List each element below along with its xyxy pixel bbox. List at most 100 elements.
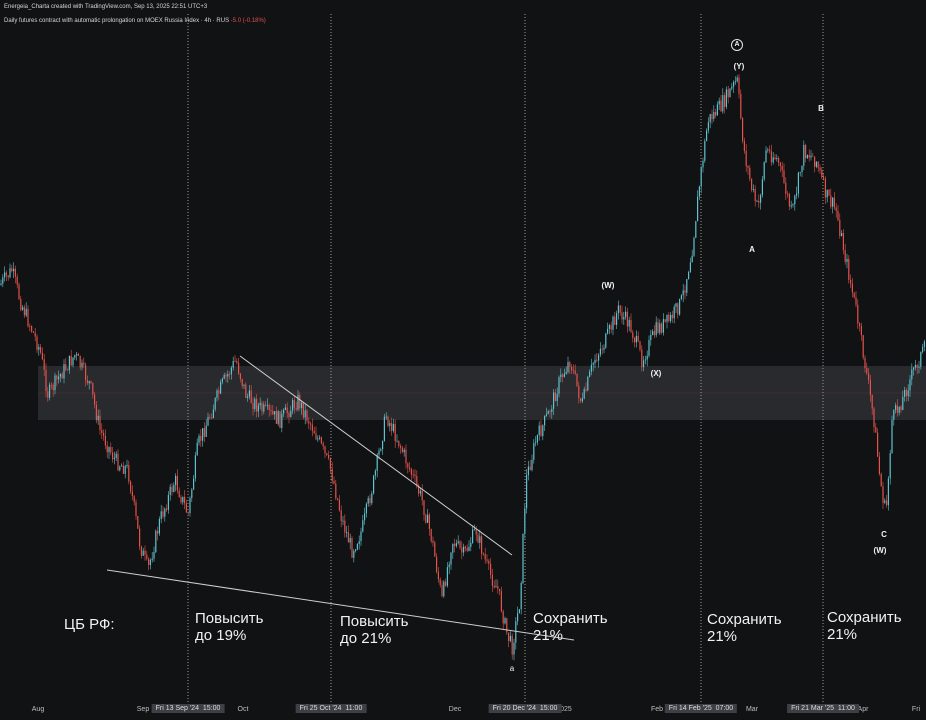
candle-body-336: [605, 333, 607, 348]
candle-body-156: [281, 413, 283, 428]
candle-body-116: [209, 416, 211, 418]
candle-body-364: [655, 322, 657, 336]
candle-body-92: [166, 508, 168, 510]
candle-body-397: [715, 111, 717, 116]
price-plot[interactable]: [0, 0, 926, 720]
candle-body-236: [425, 514, 427, 523]
candle-body-78: [140, 546, 142, 556]
candle-body-134: [241, 379, 243, 386]
candle-body-426: [767, 149, 769, 151]
candle-body-355: [639, 341, 641, 350]
candle-body-55: [99, 415, 101, 430]
note-line: Сохранить: [827, 609, 902, 626]
candle-body-503: [905, 389, 907, 397]
event-date: Fri 20 Dec '24: [492, 705, 536, 712]
chart-canvas[interactable]: Energeia_Charta created with TradingView…: [0, 0, 926, 720]
candle-body-498: [896, 405, 898, 413]
candle-body-136: [245, 384, 247, 398]
candle-body-4: [7, 275, 9, 278]
candle-body-183: [329, 457, 331, 469]
candle-body-427: [769, 149, 771, 152]
candle-body-365: [657, 322, 659, 333]
candle-body-378: [680, 295, 682, 299]
candle-body-290: [522, 533, 524, 583]
candle-body-149: [268, 405, 270, 410]
candle-body-284: [511, 635, 513, 655]
candle-body-57: [103, 432, 105, 436]
candle-body-499: [898, 406, 900, 413]
candle-body-228: [410, 469, 412, 475]
event-date: Fri 25 Oct '24: [299, 705, 342, 712]
candle-body-208: [374, 470, 376, 476]
candle-body-63: [113, 457, 115, 460]
candle-body-384: [691, 255, 693, 263]
candle-body-406: [731, 86, 733, 89]
candle-body-61: [110, 447, 112, 453]
candle-body-484: [871, 394, 873, 409]
candle-body-258: [464, 546, 466, 549]
candle-body-182: [328, 454, 330, 458]
candle-body-379: [682, 290, 684, 296]
candle-body-162: [292, 400, 294, 411]
candle-body-43: [77, 353, 79, 356]
candle-body-8: [14, 268, 16, 277]
x-event-label: Fri 13 Sep '24 15:00: [151, 704, 225, 713]
candle-body-291: [524, 508, 526, 534]
candle-body-159: [286, 407, 288, 414]
candle-body-324: [583, 389, 585, 399]
candle-body-494: [889, 453, 891, 479]
candle-body-178: [320, 437, 322, 444]
note-line: Повысить: [195, 610, 264, 627]
wave-label-c: C: [881, 530, 887, 539]
candle-body-252: [454, 543, 456, 547]
candle-body-72: [130, 481, 132, 492]
candle-body-2: [4, 272, 6, 278]
candle-body-497: [895, 405, 897, 410]
candle-body-465: [837, 210, 839, 221]
candle-body-233: [419, 490, 421, 494]
candle-body-101: [182, 496, 184, 503]
candle-body-194: [349, 538, 351, 543]
candle-body-242: [436, 556, 438, 572]
candle-body-316: [569, 362, 571, 367]
candle-body-371: [668, 314, 670, 322]
candle-body-85: [153, 552, 155, 559]
candle-body-98: [176, 475, 178, 491]
candle-body-469: [844, 250, 846, 262]
candle-body-22: [40, 346, 42, 353]
candle-body-153: [275, 411, 277, 424]
candle-body-241: [434, 542, 436, 557]
wave-circle-label: A: [734, 41, 740, 48]
candle-body-261: [470, 542, 472, 547]
x-tick-aug: Aug: [31, 706, 45, 713]
candle-body-122: [220, 381, 222, 394]
candle-body-58: [104, 435, 106, 446]
candle-body-111: [200, 435, 202, 441]
candle-body-90: [162, 511, 164, 517]
candle-body-51: [92, 382, 94, 395]
candle-body-332: [598, 354, 600, 361]
candle-body-268: [482, 553, 484, 555]
candle-body-420: [756, 200, 758, 202]
candle-body-226: [407, 463, 409, 468]
candle-body-403: [725, 89, 727, 107]
candle-body-311: [560, 374, 562, 378]
candle-body-389: [700, 167, 702, 187]
candle-body-112: [202, 428, 204, 441]
candle-body-468: [842, 233, 844, 251]
candle-body-492: [886, 500, 888, 506]
candle-body-41: [74, 355, 76, 358]
note-hold-feb: Сохранить 21%: [707, 611, 782, 645]
candle-body-297: [535, 442, 537, 444]
candle-body-500: [900, 406, 902, 410]
candle-body-184: [331, 468, 333, 481]
x-event-label: Fri 14 Feb '25 07:00: [664, 704, 738, 713]
candle-body-501: [902, 396, 904, 410]
x-event-label: Fri 25 Oct '24 11:00: [295, 704, 367, 713]
candle-body-244: [439, 579, 441, 585]
candle-body-54: [97, 415, 99, 421]
candle-body-151: [272, 410, 274, 415]
candle-body-445: [801, 165, 803, 172]
candle-body-146: [263, 404, 265, 412]
candle-body-411: [740, 93, 742, 119]
